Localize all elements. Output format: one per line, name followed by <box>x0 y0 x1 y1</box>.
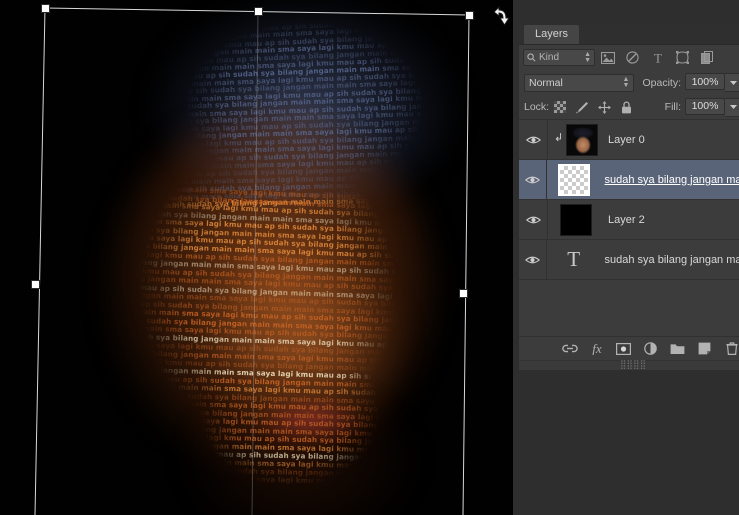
table-row[interactable]: T sudah sya bilang jangan mai... <box>519 240 739 280</box>
filter-type-layers-icon[interactable]: T <box>645 47 670 68</box>
link-layers-icon[interactable] <box>556 338 583 360</box>
table-row[interactable]: ↲ Layer 0 <box>519 120 739 160</box>
photoshop-window: sudah sya bilang jangan main main sma sa… <box>0 0 739 515</box>
handle-top-right[interactable] <box>465 11 474 20</box>
fill-dropdown-arrow-icon[interactable] <box>725 98 739 117</box>
layer-visibility-toggle[interactable] <box>519 160 547 199</box>
layer-visibility-toggle[interactable] <box>519 240 547 279</box>
lock-transparent-pixels-icon[interactable] <box>549 97 571 117</box>
handle-top-left[interactable] <box>41 4 50 13</box>
table-row[interactable]: sudah sya bilang jangan mai... <box>519 160 739 200</box>
eye-icon <box>526 215 541 225</box>
layer-style-fx-icon[interactable]: fx <box>583 338 610 360</box>
lock-position-icon[interactable] <box>593 97 615 117</box>
lock-all-icon[interactable] <box>615 97 637 117</box>
lock-row: Lock: Fill: 100% <box>519 95 739 119</box>
blend-mode-value: Normal <box>529 77 563 89</box>
new-group-icon[interactable] <box>664 338 691 360</box>
panel-resize-grip[interactable]: ⣿⣿⣿⣿ <box>519 360 739 370</box>
layer-list[interactable]: ↲ Layer 0 sudah sya bilang jangan mai...… <box>519 119 739 280</box>
layer-filter-row: Kind ▲ ▼ T <box>519 45 739 70</box>
layer-thumbnail-cell[interactable] <box>548 200 604 239</box>
svg-text:fx: fx <box>592 342 602 355</box>
blend-mode-row: Normal ▲ ▼ Opacity: 100% <box>519 70 739 95</box>
layer-thumbnail-solid-black[interactable] <box>560 204 592 236</box>
layers-panel: Layers Kind ▲ ▼ T Normal ▲ ▼ Opacity: 10… <box>519 25 739 370</box>
portrait-text-rows: sudah sya bilang jangan main main sma sa… <box>60 0 480 515</box>
opacity-value[interactable]: 100% <box>685 73 725 90</box>
fill-label: Fill: <box>665 101 681 113</box>
filter-shape-layers-icon[interactable] <box>670 47 695 68</box>
filter-pixel-layers-icon[interactable] <box>595 47 620 68</box>
stepper-updown-icon[interactable]: ▲ ▼ <box>584 52 591 64</box>
opacity-dropdown-arrow-icon[interactable] <box>725 73 739 92</box>
svg-text:T: T <box>654 51 662 64</box>
document-canvas[interactable]: sudah sya bilang jangan main main sma sa… <box>0 0 513 515</box>
handle-middle-right[interactable] <box>459 289 468 298</box>
layer-visibility-toggle[interactable] <box>519 200 548 239</box>
handle-middle-left[interactable] <box>31 280 40 289</box>
layers-panel-toolbar: fx <box>519 336 739 360</box>
filter-kind-label: Kind <box>539 52 559 63</box>
search-icon <box>527 53 536 62</box>
filter-adjustment-layers-icon[interactable] <box>620 47 645 68</box>
fill-value[interactable]: 100% <box>685 98 725 115</box>
panel-tab-strip: Layers <box>519 25 739 45</box>
layer-name-editing[interactable]: sudah sya bilang jangan mai... <box>601 174 739 186</box>
layer-list-empty-space <box>519 280 739 336</box>
filter-smart-object-icon[interactable] <box>695 47 720 68</box>
rotate-cursor <box>490 2 513 28</box>
new-adjustment-layer-icon[interactable] <box>637 338 664 360</box>
eye-icon <box>526 135 541 145</box>
type-layer-icon: T <box>567 249 580 270</box>
layer-thumbnail-transparent[interactable] <box>558 164 590 196</box>
layer-thumbnail-cell[interactable]: ↲ <box>548 120 604 159</box>
lock-label: Lock: <box>524 101 549 113</box>
new-layer-icon[interactable] <box>691 338 718 360</box>
typographic-portrait-artwork: sudah sya bilang jangan main main sma sa… <box>60 0 480 515</box>
add-layer-mask-icon[interactable] <box>610 338 637 360</box>
delete-layer-icon[interactable] <box>718 338 739 360</box>
grip-dots: ⣿⣿⣿⣿ <box>620 361 646 370</box>
layer-name[interactable]: Layer 2 <box>604 214 645 226</box>
opacity-label: Opacity: <box>642 77 681 89</box>
layer-name[interactable]: sudah sya bilang jangan mai... <box>601 254 739 266</box>
layer-name[interactable]: Layer 0 <box>604 134 645 146</box>
clipping-mask-arrow-icon: ↲ <box>554 133 563 144</box>
layer-thumbnail-cell[interactable]: T <box>547 240 601 279</box>
blend-mode-select[interactable]: Normal ▲ ▼ <box>524 74 634 92</box>
filter-kind-dropdown[interactable]: Kind ▲ ▼ <box>523 49 595 66</box>
eye-icon <box>525 175 540 185</box>
lock-image-pixels-icon[interactable] <box>571 97 593 117</box>
table-row[interactable]: Layer 2 <box>519 200 739 240</box>
layer-visibility-toggle[interactable] <box>519 120 548 159</box>
layer-thumbnail-photo[interactable] <box>566 124 598 156</box>
handle-top-center[interactable] <box>254 7 263 16</box>
tab-layers[interactable]: Layers <box>524 25 579 44</box>
eye-icon <box>525 255 540 265</box>
blend-mode-stepper-icon[interactable]: ▲ ▼ <box>623 77 630 89</box>
layer-thumbnail-cell[interactable] <box>547 160 601 199</box>
